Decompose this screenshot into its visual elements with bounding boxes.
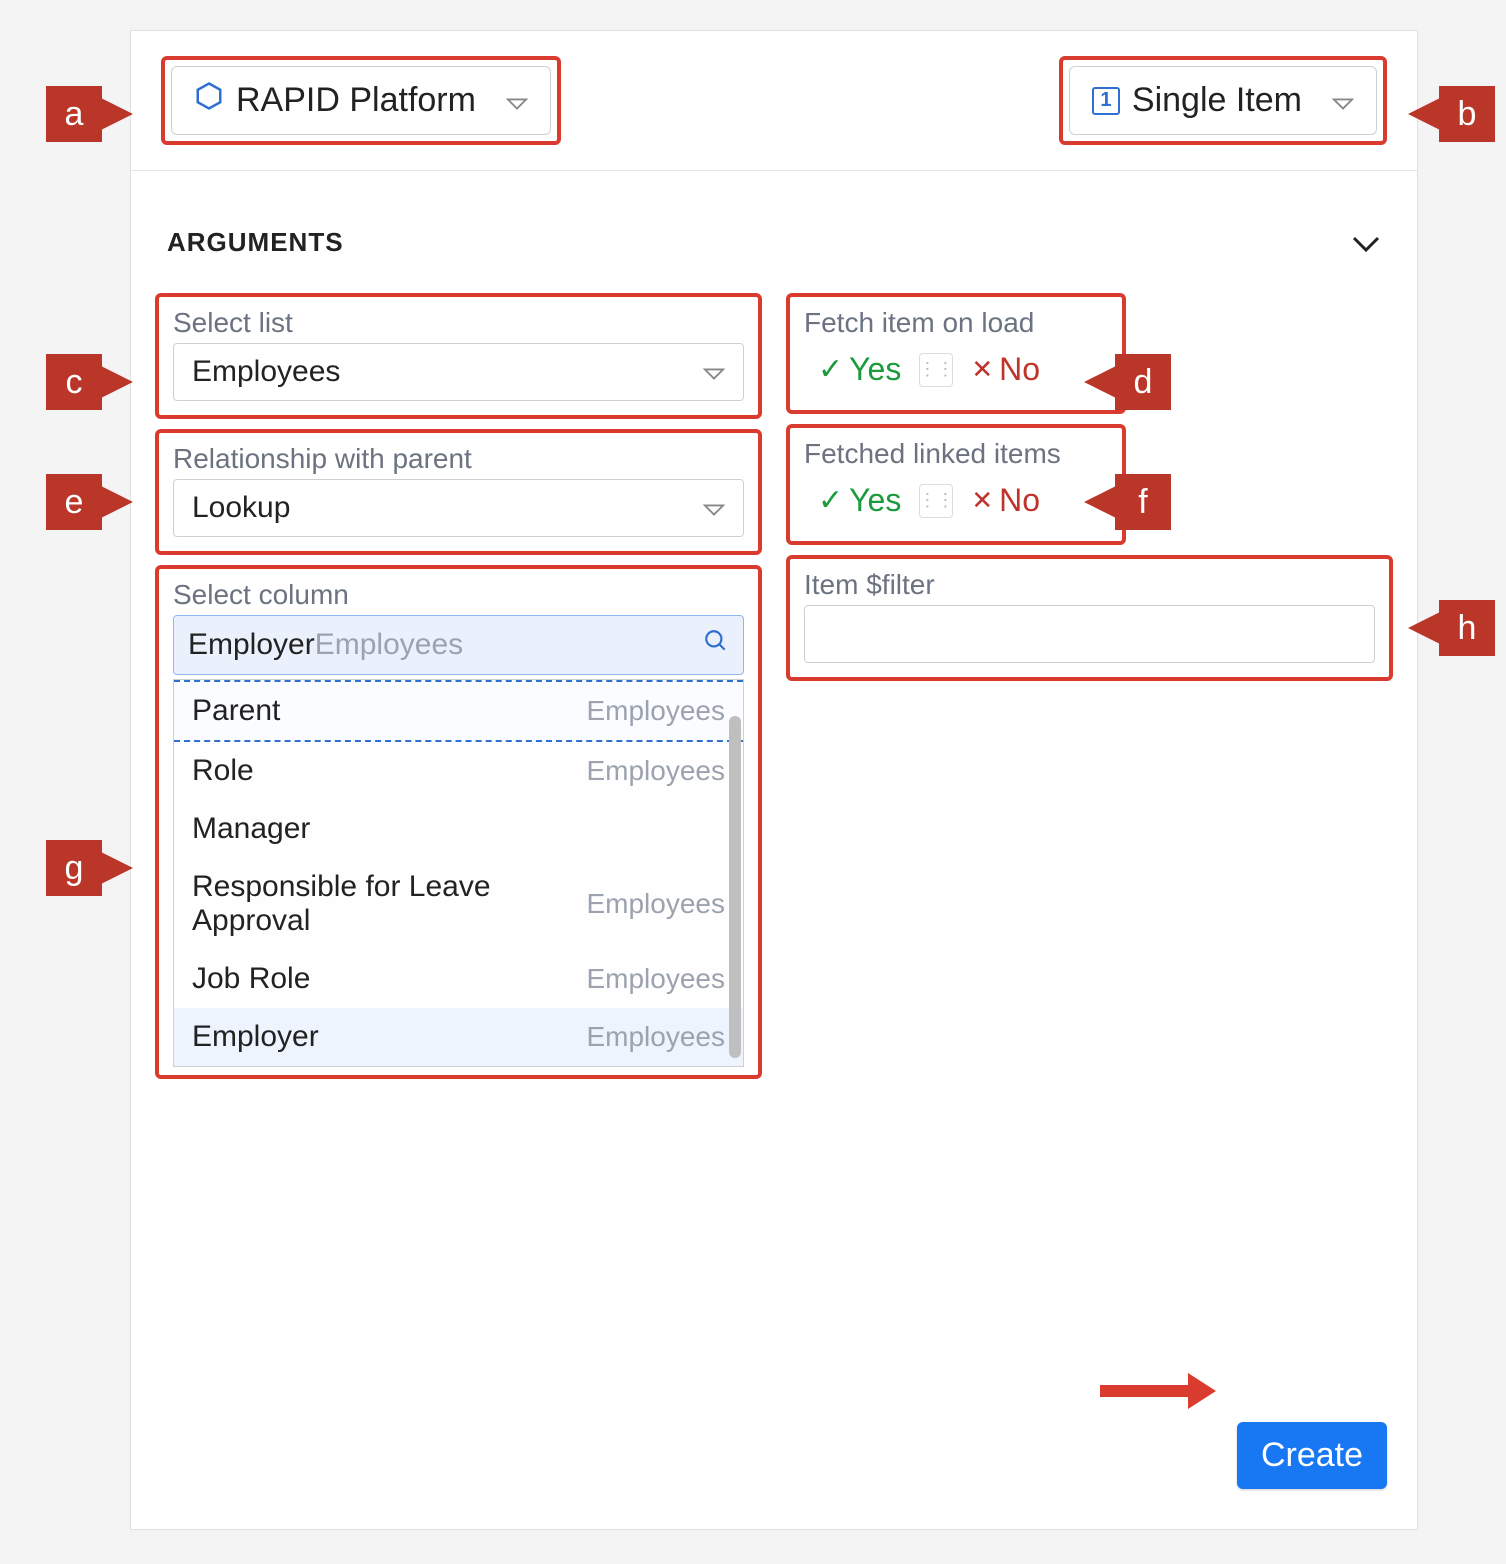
- fetched-linked-field: Fetched linked items ✓ Yes ⋮⋮ ✕ No: [786, 424, 1126, 545]
- search-hint-text: Employees: [315, 628, 463, 662]
- yes-label: Yes: [849, 351, 901, 388]
- arrow-right-icon: [101, 852, 133, 884]
- platform-label: RAPID Platform: [236, 81, 476, 120]
- select-column-search[interactable]: EmployerEmployees: [173, 615, 744, 675]
- dropdown-item-manager[interactable]: Manager: [174, 800, 743, 858]
- check-icon: ✓: [818, 352, 843, 387]
- left-column: Select list Employees Relationship with …: [155, 293, 762, 1079]
- dropdown-item-employer[interactable]: Employer Employees: [174, 1008, 743, 1066]
- platform-selector[interactable]: RAPID Platform: [171, 66, 551, 135]
- annotation-e: e: [46, 474, 133, 530]
- drag-handle-icon[interactable]: ⋮⋮: [919, 353, 953, 387]
- option-sublabel: Employees: [586, 755, 725, 787]
- relationship-field: Relationship with parent Lookup: [155, 429, 762, 555]
- drag-handle-icon[interactable]: ⋮⋮: [919, 484, 953, 518]
- relationship-value: Lookup: [192, 491, 290, 525]
- annotation-label: e: [46, 474, 102, 530]
- yesno-toggle: ✓ Yes ⋮⋮ ✕ No: [804, 474, 1108, 527]
- option-label: Manager: [192, 812, 310, 846]
- annotation-h: h: [1408, 600, 1495, 656]
- search-icon: [703, 628, 729, 662]
- item-filter-input[interactable]: [804, 605, 1375, 663]
- chevron-down-icon: [703, 491, 725, 525]
- select-column-field: Select column EmployerEmployees Parent E…: [155, 565, 762, 1079]
- config-panel: RAPID Platform 1 Single Item ARGUMENTS: [130, 30, 1418, 1530]
- field-label: Select column: [173, 579, 744, 611]
- form-area: Select list Employees Relationship with …: [131, 293, 1417, 1079]
- field-label: Fetch item on load: [804, 307, 1108, 339]
- option-label: Parent: [192, 694, 280, 728]
- select-list-dropdown[interactable]: Employees: [173, 343, 744, 401]
- dropdown-item-role[interactable]: Role Employees: [174, 742, 743, 800]
- field-label: Select list: [173, 307, 744, 339]
- chevron-down-icon: [703, 355, 725, 389]
- select-list-value: Employees: [192, 355, 340, 389]
- field-label: Item $filter: [804, 569, 1375, 601]
- yes-option[interactable]: ✓ Yes: [818, 482, 901, 519]
- no-label: No: [999, 351, 1040, 388]
- cross-icon: ✕: [971, 485, 993, 516]
- arrow-right-icon: [101, 98, 133, 130]
- arrow-right-icon: [101, 366, 133, 398]
- chevron-down-icon: [1351, 221, 1381, 263]
- single-item-icon: 1: [1092, 87, 1120, 115]
- select-list-field: Select list Employees: [155, 293, 762, 419]
- annotation-c: c: [46, 354, 133, 410]
- annotation-label: c: [46, 354, 102, 410]
- no-option[interactable]: ✕ No: [971, 351, 1040, 388]
- annotation-label: a: [46, 86, 102, 142]
- annotation-a: a: [46, 86, 133, 142]
- option-sublabel: Employees: [586, 695, 725, 727]
- arguments-title: ARGUMENTS: [167, 227, 344, 258]
- item-type-selector[interactable]: 1 Single Item: [1069, 66, 1377, 135]
- annotation-g: g: [46, 840, 133, 896]
- platform-selector-outline: RAPID Platform: [161, 56, 561, 145]
- check-icon: ✓: [818, 483, 843, 518]
- dropdown-item-responsible[interactable]: Responsible for Leave Approval Employees: [174, 858, 743, 950]
- field-label: Fetched linked items: [804, 438, 1108, 470]
- relationship-dropdown[interactable]: Lookup: [173, 479, 744, 537]
- item-filter-field: Item $filter: [786, 555, 1393, 681]
- dropdown-item-jobrole[interactable]: Job Role Employees: [174, 950, 743, 1008]
- panel-header: RAPID Platform 1 Single Item: [131, 31, 1417, 171]
- item-type-label: Single Item: [1132, 81, 1302, 120]
- option-label: Employer: [192, 1020, 319, 1054]
- arguments-header-row[interactable]: ARGUMENTS: [131, 171, 1417, 293]
- option-label: Job Role: [192, 962, 310, 996]
- option-label: Role: [192, 754, 254, 788]
- yesno-toggle: ✓ Yes ⋮⋮ ✕ No: [804, 343, 1108, 396]
- no-label: No: [999, 482, 1040, 519]
- create-button[interactable]: Create: [1237, 1422, 1387, 1489]
- option-sublabel: Employees: [586, 963, 725, 995]
- dropdown-item-parent[interactable]: Parent Employees: [174, 680, 743, 742]
- fetch-on-load-field: Fetch item on load ✓ Yes ⋮⋮ ✕ No: [786, 293, 1126, 414]
- field-label: Relationship with parent: [173, 443, 744, 475]
- no-option[interactable]: ✕ No: [971, 482, 1040, 519]
- annotation-b: b: [1408, 86, 1495, 142]
- option-sublabel: Employees: [586, 1021, 725, 1053]
- hexagon-icon: [194, 81, 224, 120]
- column-dropdown: Parent Employees Role Employees Manager: [173, 679, 744, 1067]
- arrow-right-icon: [101, 486, 133, 518]
- annotation-label: b: [1439, 86, 1495, 142]
- search-typed-text: Employer: [188, 628, 315, 662]
- scrollbar[interactable]: [729, 716, 741, 1058]
- chevron-down-icon: [506, 81, 528, 120]
- annotation-label: g: [46, 840, 102, 896]
- item-type-selector-outline: 1 Single Item: [1059, 56, 1387, 145]
- option-sublabel: Employees: [586, 888, 725, 920]
- yes-option[interactable]: ✓ Yes: [818, 351, 901, 388]
- right-column: Fetch item on load ✓ Yes ⋮⋮ ✕ No: [786, 293, 1393, 1079]
- option-label: Responsible for Leave Approval: [192, 870, 532, 938]
- chevron-down-icon: [1332, 81, 1354, 120]
- annotation-label: h: [1439, 600, 1495, 656]
- yes-label: Yes: [849, 482, 901, 519]
- cross-icon: ✕: [971, 354, 993, 385]
